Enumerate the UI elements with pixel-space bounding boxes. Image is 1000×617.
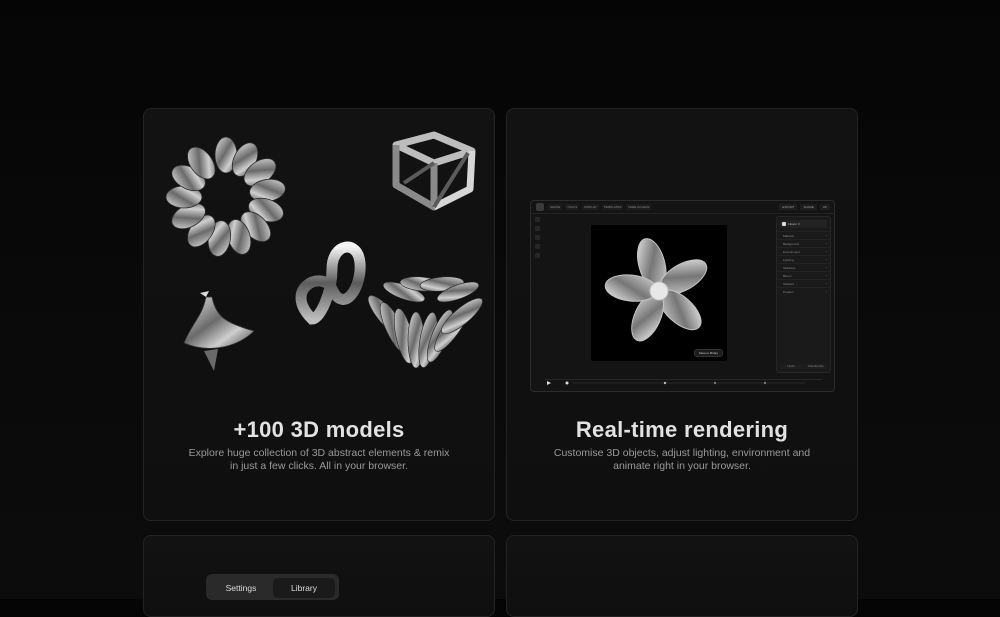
app-logo-icon — [536, 203, 544, 211]
settings-library-card: Settings Library — [143, 535, 495, 617]
infinity-model — [295, 241, 366, 325]
panel-row-bloom[interactable]: Bloom — [777, 271, 830, 279]
petal-ring-model — [165, 136, 286, 257]
tool-icon[interactable] — [535, 253, 540, 258]
tab-settings[interactable]: Settings — [210, 578, 272, 598]
properties-panel: Flower 3 Material Background Environment… — [776, 216, 831, 373]
timeline-track — [547, 381, 805, 385]
save-to-library-button[interactable]: Save to library — [693, 349, 723, 357]
tool-icon[interactable] — [535, 226, 540, 231]
blade-torus-model — [367, 276, 483, 369]
card-description: Customise 3D objects, adjust lighting, e… — [553, 447, 811, 472]
user-button[interactable]: UP — [819, 204, 830, 210]
panel-row-environment[interactable]: Environment — [777, 247, 830, 255]
flower-render — [604, 238, 708, 342]
feature-card — [506, 535, 858, 617]
card-title: Real-time rendering — [575, 417, 789, 442]
editor-left-toolbar — [535, 217, 541, 385]
randomize-button[interactable]: Randomize — [805, 364, 827, 369]
card-description: Explore huge collection of 3D abstract e… — [188, 447, 450, 472]
menu-tools[interactable]: TOOLS — [565, 204, 580, 210]
tool-icon[interactable] — [535, 217, 540, 222]
render-canvas[interactable]: Save to library — [591, 225, 727, 361]
panel-row-shaders[interactable]: Shaders — [777, 279, 830, 287]
panel-row-position[interactable]: Position — [777, 287, 830, 295]
tab-switcher: Settings Library — [206, 574, 339, 600]
menu-display[interactable]: DISPLAY — [582, 204, 599, 210]
card-title: +100 3D models — [233, 417, 405, 442]
export-button[interactable]: EXPORT — [779, 204, 798, 210]
tab-library[interactable]: Library — [273, 578, 335, 598]
undo-button[interactable]: Undo — [780, 364, 802, 369]
animation-timeline[interactable] — [545, 379, 822, 386]
menu-templates[interactable]: TEMPLATES — [601, 204, 624, 210]
editor-preview: SHAPE TOOLS DISPLAY TEMPLATES FREE ACCES… — [530, 200, 835, 392]
panel-row-background[interactable]: Background — [777, 239, 830, 247]
tool-icon[interactable] — [535, 244, 540, 249]
3d-models-illustration — [165, 131, 483, 371]
menu-free-access[interactable]: FREE ACCESS — [626, 204, 652, 210]
menu-shape[interactable]: SHAPE — [548, 204, 563, 210]
panel-row-shadows[interactable]: Shadows — [777, 263, 830, 271]
rendering-card: SHAPE TOOLS DISPLAY TEMPLATES FREE ACCES… — [506, 108, 858, 521]
wire-cube-model — [392, 131, 476, 211]
share-button[interactable]: SHARE — [800, 204, 817, 210]
panel-row-material[interactable]: Material — [777, 231, 830, 239]
object-name[interactable]: Flower 3 — [780, 220, 827, 228]
tool-icon[interactable] — [535, 235, 540, 240]
models-card: +100 3D models Explore huge collection o… — [143, 108, 495, 521]
panel-row-lighting[interactable]: Lighting — [777, 255, 830, 263]
editor-toolbar: SHAPE TOOLS DISPLAY TEMPLATES FREE ACCES… — [531, 201, 834, 214]
spinning-top-model — [183, 291, 255, 371]
